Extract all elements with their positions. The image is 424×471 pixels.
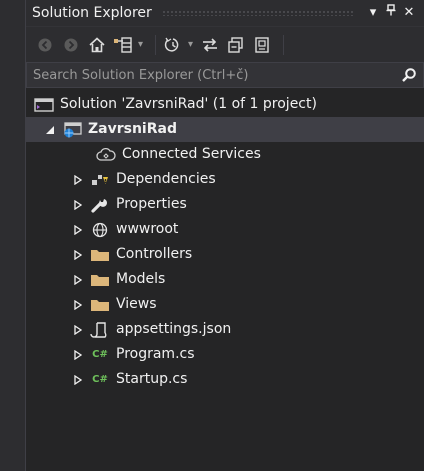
tree-item-label: Properties [116,196,187,212]
csharp-file-icon: C# [92,374,108,385]
back-icon [38,38,52,51]
tree-item-models[interactable]: Models [26,267,424,292]
pending-changes-button[interactable] [162,34,184,56]
panel-title-bar[interactable]: Solution Explorer ▾ ✕ [26,0,424,26]
window-menu-button[interactable]: ▾ [364,0,382,26]
globe-icon [90,221,110,239]
solution-icon [34,96,54,114]
wrench-icon [90,196,110,214]
collapsed-arrow-icon[interactable] [72,374,84,386]
collapsed-arrow-icon[interactable] [72,349,84,361]
tree-item-connected-services[interactable]: Connected Services [26,142,424,167]
collapsed-arrow-icon[interactable] [72,224,84,236]
search-bar [26,62,424,88]
tree-item-label: Models [116,271,166,287]
search-input[interactable] [33,67,397,83]
tree-item-label: appsettings.json [116,321,232,337]
tree-item-appsettings[interactable]: appsettings.json [26,317,424,342]
expand-arrow-icon[interactable] [44,124,56,136]
search-icon[interactable] [401,67,417,83]
tree-item-program-cs[interactable]: C# Program.cs [26,342,424,367]
dependencies-icon [90,171,110,189]
tree-item-startup-cs[interactable]: C# Startup.cs [26,367,424,392]
collapsed-arrow-icon[interactable] [72,249,84,261]
pin-button[interactable] [382,0,400,26]
close-button[interactable]: ✕ [400,0,418,26]
home-icon [89,36,105,52]
collapsed-arrow-icon[interactable] [72,324,84,336]
tree-item-wwwroot[interactable]: wwwroot [26,217,424,242]
tree-item-label: ZavrsniRad [88,121,177,137]
folder-icon [90,296,110,314]
csharp-file-icon: C# [92,349,108,360]
pending-changes-dropdown[interactable]: ▾ [188,39,193,50]
home-button[interactable] [86,34,108,56]
switch-views-button[interactable] [112,34,134,56]
collapsed-arrow-icon[interactable] [72,274,84,286]
pending-changes-icon [164,37,179,52]
collapse-all-button[interactable] [225,34,247,56]
web-project-icon [62,121,82,139]
panel-title: Solution Explorer [32,5,152,21]
toolbar-separator [155,34,157,55]
switch-views-dropdown[interactable]: ▾ [138,39,143,50]
tree-item-controllers[interactable]: Controllers [26,242,424,267]
sync-icon [203,37,218,52]
pin-icon [386,4,396,16]
forward-icon [64,38,78,51]
collapsed-arrow-icon[interactable] [72,199,84,211]
connected-services-icon [96,146,116,164]
tree-item-label: Connected Services [122,146,261,162]
collapsed-arrow-icon[interactable] [72,174,84,186]
solution-explorer-panel: Solution Explorer ▾ ✕ ▾ ▾ Search Solutio… [26,0,424,471]
tree-item-label: Views [116,296,157,312]
tree-item-label: Program.cs [116,346,195,362]
tree-item-label: Dependencies [116,171,216,187]
left-dock-strip [0,0,26,471]
show-all-files-icon [255,36,269,53]
folder-icon [90,246,110,264]
back-button[interactable] [34,34,56,56]
json-file-icon [90,321,110,339]
tree-item-label: wwwroot [116,221,179,237]
forward-button[interactable] [60,34,82,56]
tree-solution-row[interactable]: Solution 'ZavrsniRad' (1 of 1 project) [26,92,424,117]
solution-tree: Solution 'ZavrsniRad' (1 of 1 project) Z… [26,88,424,392]
switch-views-icon [114,36,132,53]
tree-item-dependencies[interactable]: Dependencies [26,167,424,192]
show-all-files-button[interactable] [251,34,273,56]
collapse-all-icon [228,36,243,53]
tree-item-label: Startup.cs [116,371,188,387]
collapsed-arrow-icon[interactable] [72,299,84,311]
folder-icon [90,271,110,289]
sync-button[interactable] [199,34,221,56]
tree-item-properties[interactable]: Properties [26,192,424,217]
tree-item-views[interactable]: Views [26,292,424,317]
title-grip[interactable] [161,10,354,16]
tree-item-label: Controllers [116,246,193,262]
panel-toolbar: ▾ ▾ [26,26,424,62]
toolbar-separator-end [283,34,285,55]
tree-project-row[interactable]: ZavrsniRad [26,117,424,142]
tree-item-label: Solution 'ZavrsniRad' (1 of 1 project) [60,96,317,112]
